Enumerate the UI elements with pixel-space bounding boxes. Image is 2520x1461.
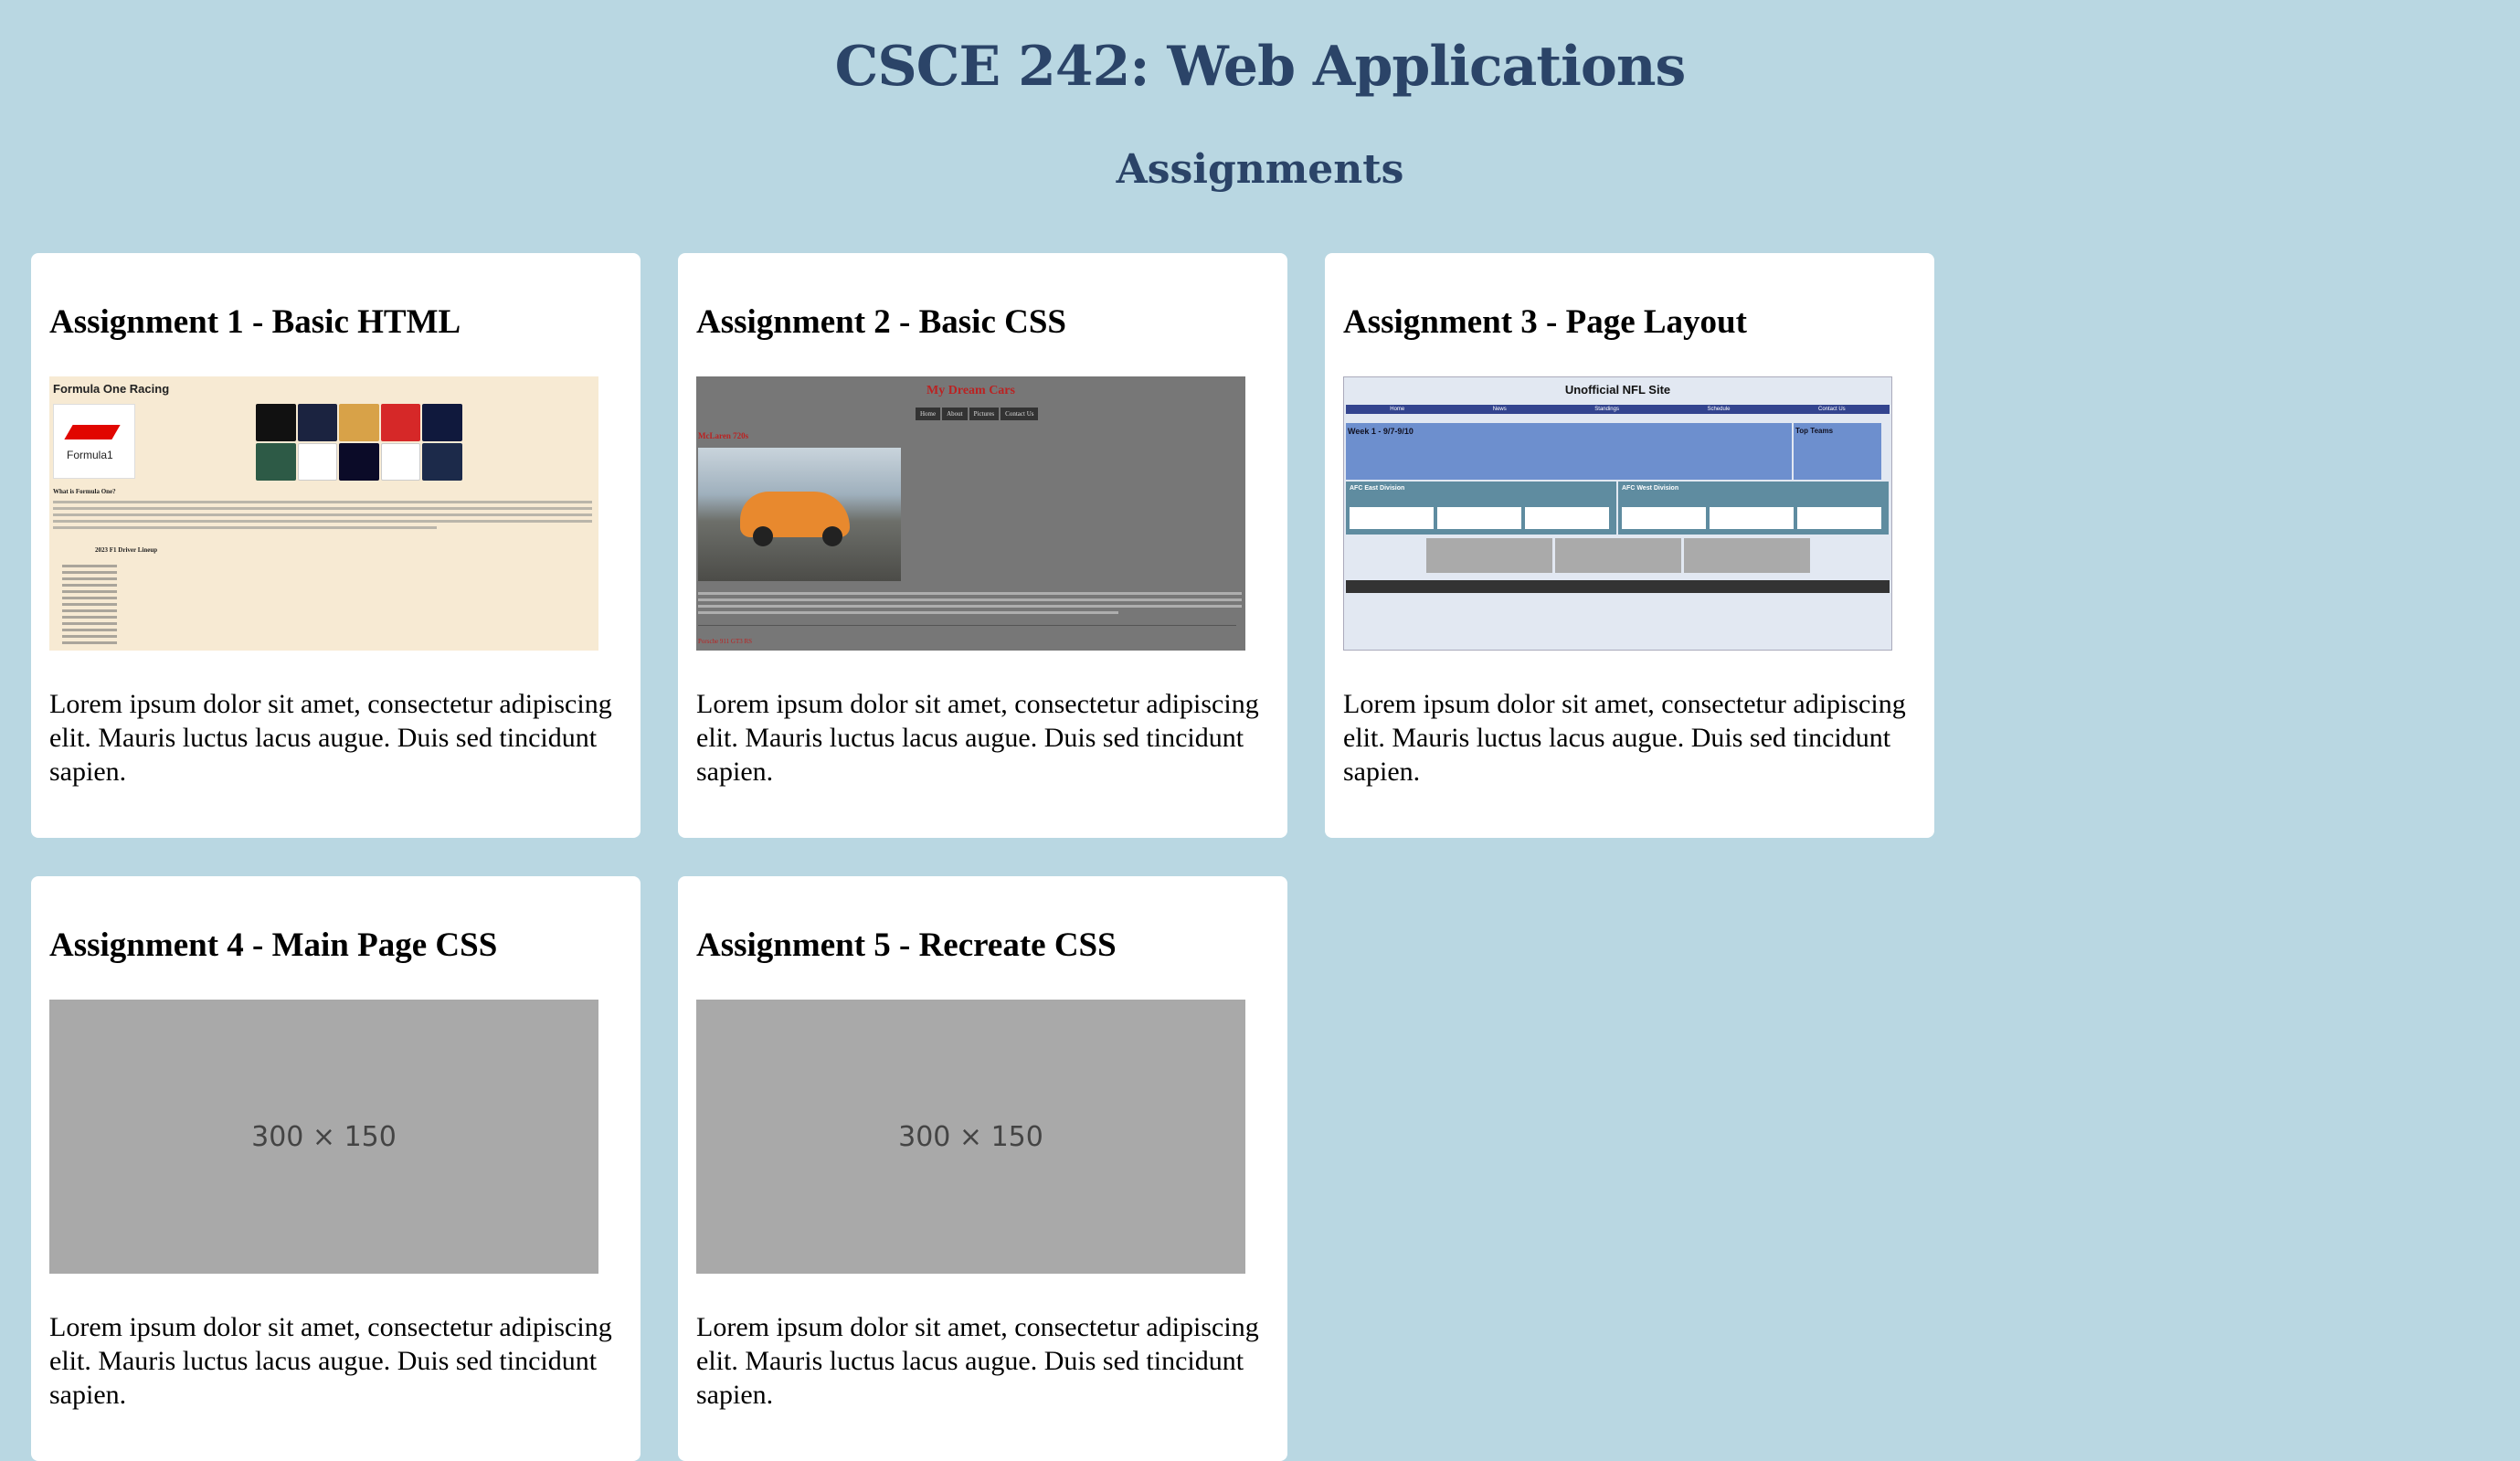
thumb-top-teams: Top Teams (1794, 423, 1881, 480)
formula1-logo: Formula1 (53, 404, 135, 479)
card-description: Lorem ipsum dolor sit amet, consectetur … (1343, 689, 1906, 787)
thumb-heading: Unofficial NFL Site (1564, 383, 1671, 397)
card-title[interactable]: Assignment 3 - Page Layout (1343, 302, 1916, 342)
placeholder-image[interactable]: 300 × 150 (696, 1000, 1245, 1274)
card-description: Lorem ipsum dolor sit amet, consectetur … (696, 689, 1259, 787)
assignment-card-1[interactable]: Assignment 1 - Basic HTML Formula One Ra… (31, 253, 641, 838)
card-title[interactable]: Assignment 2 - Basic CSS (696, 302, 1269, 342)
assignment-2-thumbnail[interactable]: My Dream Cars Home About Pictures Contac… (696, 376, 1245, 651)
card-description: Lorem ipsum dolor sit amet, consectetur … (696, 1312, 1259, 1410)
assignment-3-thumbnail[interactable]: Unofficial NFL Site Home News Standings … (1343, 376, 1892, 651)
thumb-section-label: What is Formula One? (53, 488, 116, 495)
thumb-division-west: AFC West Division (1618, 482, 1889, 535)
card-title[interactable]: Assignment 4 - Main Page CSS (49, 926, 622, 965)
card-description: Lorem ipsum dolor sit amet, consectetur … (49, 689, 612, 787)
thumb-nav: Home News Standings Schedule Contact Us (1346, 405, 1890, 414)
thumb-subheading: McLaren 720s (698, 431, 749, 440)
card-title[interactable]: Assignment 5 - Recreate CSS (696, 926, 1269, 965)
car-photo (698, 448, 901, 581)
thumb-heading: Formula One Racing (53, 382, 170, 396)
thumb-nav: Home About Pictures Contact Us (916, 408, 1039, 420)
assignment-card-2[interactable]: Assignment 2 - Basic CSS My Dream Cars H… (678, 253, 1287, 838)
placeholder-image[interactable]: 300 × 150 (49, 1000, 598, 1274)
thumb-footer: Porsche 911 GT3 RS (698, 638, 753, 645)
assignment-card-5[interactable]: Assignment 5 - Recreate CSS 300 × 150 Lo… (678, 876, 1287, 1461)
card-title[interactable]: Assignment 1 - Basic HTML (49, 302, 622, 342)
team-logos-grid (256, 404, 462, 481)
section-title: Assignments (1116, 146, 1404, 193)
thumb-lineup-label: 2023 F1 Driver Lineup (95, 546, 158, 554)
assignment-card-4[interactable]: Assignment 4 - Main Page CSS 300 × 150 L… (31, 876, 641, 1461)
assignment-1-thumbnail[interactable]: Formula One Racing Formula1 What is Form… (49, 376, 598, 651)
thumb-heading: My Dream Cars (926, 384, 1015, 397)
page-title: CSCE 242: Web Applications (834, 35, 1687, 99)
thumb-division-east: AFC East Division (1346, 482, 1616, 535)
thumb-week-box: Week 1 - 9/7-9/10 (1346, 423, 1792, 480)
card-description: Lorem ipsum dolor sit amet, consectetur … (49, 1312, 612, 1410)
assignments-grid: Assignment 1 - Basic HTML Formula One Ra… (31, 253, 1934, 1461)
assignment-card-3[interactable]: Assignment 3 - Page Layout Unofficial NF… (1325, 253, 1934, 838)
thumb-footer (1346, 580, 1890, 593)
